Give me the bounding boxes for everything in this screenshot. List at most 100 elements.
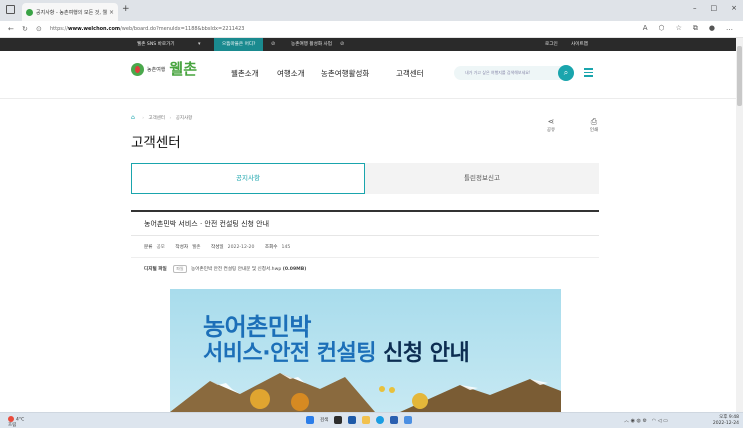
url-prefix: https:// xyxy=(50,26,68,32)
logo-small-text: 농촌여행 xyxy=(147,67,166,73)
weather-icon xyxy=(8,416,14,422)
header-divider xyxy=(0,98,736,99)
new-tab-button[interactable]: + xyxy=(122,5,130,14)
url-path: /web/board.do?menuIdx=1188&bbsIdx=221142… xyxy=(120,26,245,32)
chat-icon[interactable] xyxy=(348,416,357,424)
search-placeholder: 내가 가고 싶은 여행지를 검색해보세요! xyxy=(465,70,531,75)
where-link[interactable]: 으뜸마을은 어디? xyxy=(214,38,264,51)
close-window-button[interactable]: × xyxy=(731,4,737,12)
edge-icon[interactable] xyxy=(376,416,385,424)
favorites-icon[interactable]: ☆ xyxy=(676,24,682,33)
nav-activation[interactable]: 농촌여행활성화 xyxy=(321,68,369,79)
browser-tabbar: 공지사항 - 농촌여행의 모든 것, 웰촌 × + – □ × xyxy=(0,0,743,21)
minimize-button[interactable]: – xyxy=(693,4,697,12)
sitemap-link[interactable]: 사이트맵 xyxy=(571,38,588,51)
maximize-button[interactable]: □ xyxy=(711,4,718,12)
meta-views-value: 145 xyxy=(281,245,291,250)
lock-icon[interactable]: ⊙ xyxy=(36,25,42,33)
collections-icon[interactable]: ⧉ xyxy=(693,24,698,33)
nav-travel[interactable]: 여행소개 xyxy=(277,68,305,79)
tab-title: 공지사항 - 농촌여행의 모든 것, 웰촌 xyxy=(36,9,107,16)
meta-views-label: 조회수 xyxy=(264,245,278,250)
post-meta: 분류 공모 작성자 웰촌 작성일 2022-12-20 조회수 145 xyxy=(144,244,299,250)
url-host: www.welchon.com xyxy=(67,26,121,32)
share-label: 공유 xyxy=(546,128,556,133)
menu-icon[interactable] xyxy=(584,68,593,77)
meta-category-label: 분류 xyxy=(144,245,153,250)
banner-mountains xyxy=(170,373,561,412)
start-icon[interactable] xyxy=(306,416,314,424)
window-controls: – □ × xyxy=(693,4,737,12)
breadcrumb-item[interactable]: 고객센터 xyxy=(149,116,166,121)
meta-date-label: 작성일 xyxy=(210,245,224,250)
logo-mark-icon xyxy=(131,63,144,76)
clock[interactable]: 오후 9:48 2022-12-24 xyxy=(713,415,739,426)
notice-banner-image: 농어촌민박 서비스·안전 컨설팅 신청 안내 xyxy=(170,289,561,412)
print-button[interactable]: ⎙ 인쇄 xyxy=(584,117,604,133)
profile-icon[interactable]: ● xyxy=(709,24,715,33)
sns-link[interactable]: 웰촌 SNS 바로가기 xyxy=(137,38,175,51)
clock-date: 2022-12-24 xyxy=(712,420,739,426)
clock-time: 오후 9:48 xyxy=(719,415,739,420)
project-link[interactable]: 농촌여행 활성화 사업 xyxy=(291,38,332,51)
taskbar-search[interactable]: 검색 xyxy=(320,417,328,423)
address-bar-row: ← ↻ ⊙ https://www.welchon.com/web/board.… xyxy=(0,21,743,38)
tab-notice[interactable]: 공지사항 xyxy=(131,163,365,194)
meta-date-value: 2022-12-20 xyxy=(227,245,255,250)
logo-text: 웰촌 xyxy=(169,60,198,78)
attachment-link[interactable]: 농어촌민박 안전 컨설팅 안내문 및 신청서.hwp xyxy=(191,267,281,272)
os-taskbar: 4°C 흐림 검색 ︿ ◉ ◍ ⚙ ◠ ◁ ▭ 오후 9:48 2022-12-… xyxy=(0,412,743,428)
breadcrumb-item[interactable]: 공지사항 xyxy=(176,116,193,121)
more-icon[interactable]: … xyxy=(726,24,733,33)
file-icon: 파일 xyxy=(173,265,187,273)
link-icon: ⊘ xyxy=(340,41,345,47)
tab-actions-icon[interactable] xyxy=(6,5,15,14)
search-input[interactable]: 내가 가고 싶은 여행지를 검색해보세요! ⌕ xyxy=(454,65,574,81)
link-icon: ⊘ xyxy=(271,41,276,47)
screen: 공지사항 - 농촌여행의 모든 것, 웰촌 × + – □ × ← ↻ ⊙ ht… xyxy=(0,0,743,428)
breadcrumb: ⌂ › 고객센터 › 공지사항 xyxy=(131,114,193,121)
weather-widget[interactable]: 4°C 흐림 xyxy=(8,416,24,428)
search-icon[interactable]: ⌕ xyxy=(558,65,574,81)
tab-faq[interactable]: 틀린정보신고 xyxy=(365,163,599,194)
file-explorer-icon[interactable] xyxy=(362,416,371,424)
back-icon[interactable]: ← xyxy=(8,25,14,33)
browser-tab[interactable]: 공지사항 - 농촌여행의 모든 것, 웰촌 × xyxy=(22,3,118,21)
share-icon: ⋖ xyxy=(547,117,555,126)
taskbar-apps: 검색 xyxy=(306,416,413,424)
login-link[interactable]: 로그인 xyxy=(545,38,558,51)
board-tabs: 공지사항 틀린정보신고 xyxy=(131,163,599,194)
nav-about[interactable]: 웰촌소개 xyxy=(231,68,259,79)
site-logo[interactable]: 농촌여행 웰촌 xyxy=(131,62,197,77)
task-view-icon[interactable] xyxy=(334,416,343,424)
store-icon[interactable] xyxy=(390,416,399,424)
chevron-down-icon: ▾ xyxy=(198,41,201,47)
post-divider xyxy=(131,235,599,236)
post-title: 농어촌민박 서비스 · 안전 컨설팅 신청 안내 xyxy=(144,220,270,228)
attachment-row: 디지털 파일 파일 농어촌민박 안전 컨설팅 안내문 및 신청서.hwp (0.… xyxy=(144,265,306,273)
print-label: 인쇄 xyxy=(589,128,599,133)
attachment-label: 디지털 파일 xyxy=(144,267,167,272)
home-icon[interactable]: ⌂ xyxy=(131,114,135,121)
meta-category-value: 공모 xyxy=(156,245,165,250)
read-aloud-icon[interactable]: A xyxy=(643,24,648,33)
app-icon[interactable] xyxy=(404,416,413,424)
print-icon: ⎙ xyxy=(590,117,598,126)
meta-divider xyxy=(131,257,599,258)
post-top-border xyxy=(131,210,599,212)
extensions-icon[interactable]: ⬡ xyxy=(658,24,664,33)
weather-desc: 흐림 xyxy=(8,422,17,428)
page-scrollbar[interactable] xyxy=(736,38,743,412)
browser-toolbar: A ⬡ ☆ ⧉ ● … xyxy=(643,24,733,33)
url-field[interactable]: https://www.welchon.com/web/board.do?men… xyxy=(50,24,244,34)
system-tray[interactable]: ︿ ◉ ◍ ⚙ ◠ ◁ ▭ xyxy=(624,417,668,424)
weather-temp: 4°C xyxy=(16,417,25,423)
meta-author-label: 작성자 xyxy=(175,245,189,250)
scrollbar-thumb[interactable] xyxy=(737,46,742,106)
nav-customer[interactable]: 고객센터 xyxy=(396,68,424,79)
refresh-icon[interactable]: ↻ xyxy=(22,25,28,33)
share-button[interactable]: ⋖ 공유 xyxy=(541,117,561,133)
tab-close-icon[interactable]: × xyxy=(109,9,114,16)
attachment-size: (0.09MB) xyxy=(282,267,307,272)
page-title: 고객센터 xyxy=(131,135,181,151)
